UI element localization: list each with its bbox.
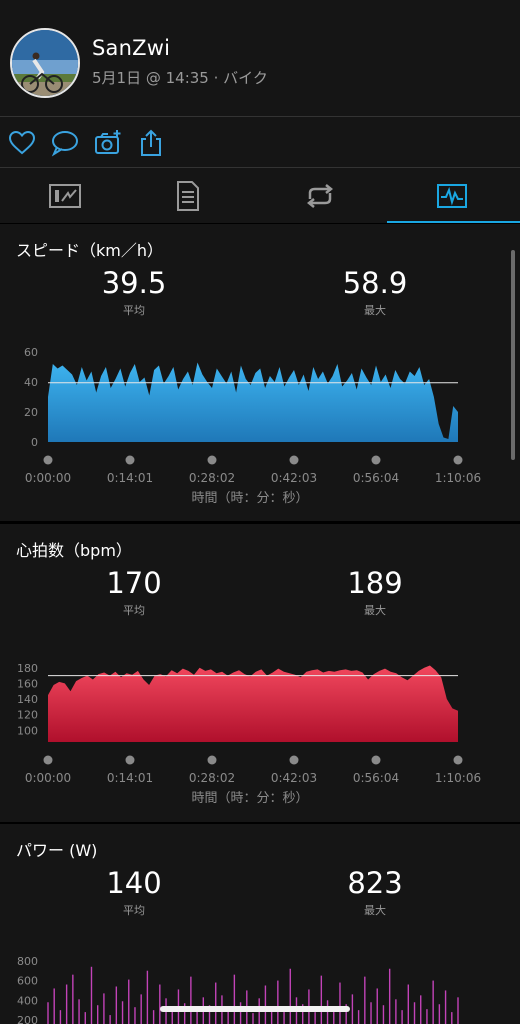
section-title: パワー (W) bbox=[16, 841, 98, 860]
data-area bbox=[48, 362, 458, 442]
x-tick-label: 0:42:03 bbox=[271, 771, 317, 785]
x-tick-marker bbox=[289, 455, 299, 465]
active-tab-indicator bbox=[387, 221, 520, 223]
x-tick-label: 0:56:04 bbox=[353, 471, 399, 485]
x-tick-label: 1:10:06 bbox=[435, 471, 481, 485]
y-tick-label: 600 bbox=[17, 975, 38, 988]
summary-icon bbox=[49, 183, 81, 208]
comment-icon[interactable] bbox=[50, 128, 80, 158]
y-tick-label: 40 bbox=[24, 376, 38, 389]
heart-icon[interactable] bbox=[7, 128, 37, 158]
x-tick-label: 1:10:06 bbox=[435, 771, 481, 785]
avatar-photo bbox=[12, 30, 78, 96]
x-tick-marker bbox=[125, 455, 135, 465]
avg-speed-label: 平均 bbox=[123, 304, 145, 317]
x-tick-marker bbox=[371, 755, 381, 765]
tab-laps[interactable] bbox=[255, 168, 385, 223]
section-title: スピード（km／h） bbox=[16, 241, 163, 260]
x-tick-marker bbox=[453, 755, 463, 765]
x-tick-label: 0:00:00 bbox=[25, 771, 71, 785]
max-speed-label: 最大 bbox=[364, 304, 386, 317]
y-tick-label: 400 bbox=[17, 994, 38, 1007]
x-tick-label: 0:00:00 bbox=[25, 471, 71, 485]
x-tick-label: 0:42:03 bbox=[271, 471, 317, 485]
tab-bar bbox=[0, 168, 520, 223]
y-tick-label: 180 bbox=[17, 662, 38, 675]
avg-heart-rate-value: 170 bbox=[106, 566, 162, 600]
y-tick-label: 160 bbox=[17, 677, 38, 690]
share-icon[interactable] bbox=[136, 128, 166, 158]
heart-rate-section: 心拍数（bpm） 170 平均 189 最大 100 120 140 160 180 0:… bbox=[0, 524, 520, 822]
max-heart-rate-value: 189 bbox=[347, 566, 403, 600]
add-photo-icon[interactable] bbox=[93, 128, 123, 158]
section-title: 心拍数（bpm） bbox=[16, 541, 132, 560]
action-bar bbox=[0, 117, 520, 167]
tab-charts[interactable] bbox=[387, 168, 517, 223]
x-tick-marker bbox=[371, 455, 381, 465]
y-tick-label: 20 bbox=[24, 406, 38, 419]
max-heart-rate-label: 最大 bbox=[364, 604, 386, 617]
avatar[interactable] bbox=[10, 28, 80, 98]
avg-heart-rate-label: 平均 bbox=[123, 604, 145, 617]
activity-datetime: 5月1日 @ 14:35 · バイク bbox=[92, 69, 268, 87]
y-tick-label: 100 bbox=[17, 724, 38, 737]
y-tick-label: 140 bbox=[17, 693, 38, 706]
speed-section: スピード（km／h） 39.5 平均 58.9 最大 0 20 40 60 0:00:0… bbox=[0, 224, 520, 521]
x-tick-label: 0:56:04 bbox=[353, 771, 399, 785]
x-tick-label: 0:14:01 bbox=[107, 771, 153, 785]
tab-details[interactable] bbox=[123, 168, 253, 223]
username[interactable]: SanZwi bbox=[92, 36, 170, 60]
tab-summary[interactable] bbox=[0, 168, 130, 223]
x-tick-marker bbox=[43, 455, 53, 465]
y-tick-label: 120 bbox=[17, 709, 38, 722]
laps-icon bbox=[306, 183, 334, 208]
y-tick-label: 0 bbox=[31, 436, 38, 449]
x-tick-marker bbox=[43, 755, 53, 765]
y-tick-label: 60 bbox=[24, 346, 38, 359]
x-tick-label: 0:28:02 bbox=[189, 471, 235, 485]
x-tick-marker bbox=[207, 455, 217, 465]
x-tick-label: 0:28:02 bbox=[189, 771, 235, 785]
x-tick-marker bbox=[125, 755, 135, 765]
power-section: パワー (W) 140 平均 823 最大 200 400 600 800 bbox=[0, 824, 520, 1024]
details-icon bbox=[177, 180, 199, 211]
heart-rate-chart[interactable]: 100 120 140 160 180 0:00:00 0:14:01 0:28:02 0:42… bbox=[0, 632, 520, 822]
data-area bbox=[48, 665, 458, 742]
home-indicator[interactable] bbox=[160, 1006, 350, 1012]
scrollbar[interactable] bbox=[511, 250, 515, 460]
speed-chart[interactable]: 0 20 40 60 0:00:00 0:14:01 0:28:02 0:42:03 0:56:… bbox=[0, 332, 520, 521]
y-tick-label: 200 bbox=[17, 1014, 38, 1024]
max-power-label: 最大 bbox=[364, 904, 386, 917]
avg-power-value: 140 bbox=[106, 866, 162, 900]
x-tick-marker bbox=[207, 755, 217, 765]
avg-power-label: 平均 bbox=[123, 904, 145, 917]
x-tick-marker bbox=[453, 455, 463, 465]
max-speed-value: 58.9 bbox=[342, 266, 408, 300]
charts-icon bbox=[437, 183, 467, 208]
x-axis-title: 時間（時：分：秒） bbox=[191, 491, 308, 506]
x-tick-marker bbox=[289, 755, 299, 765]
x-axis-title: 時間（時：分：秒） bbox=[191, 791, 308, 806]
max-power-value: 823 bbox=[347, 866, 403, 900]
x-tick-label: 0:14:01 bbox=[107, 471, 153, 485]
y-tick-label: 800 bbox=[17, 955, 38, 968]
avg-speed-value: 39.5 bbox=[101, 266, 167, 300]
activity-header: SanZwi 5月1日 @ 14:35 · バイク bbox=[0, 0, 520, 116]
